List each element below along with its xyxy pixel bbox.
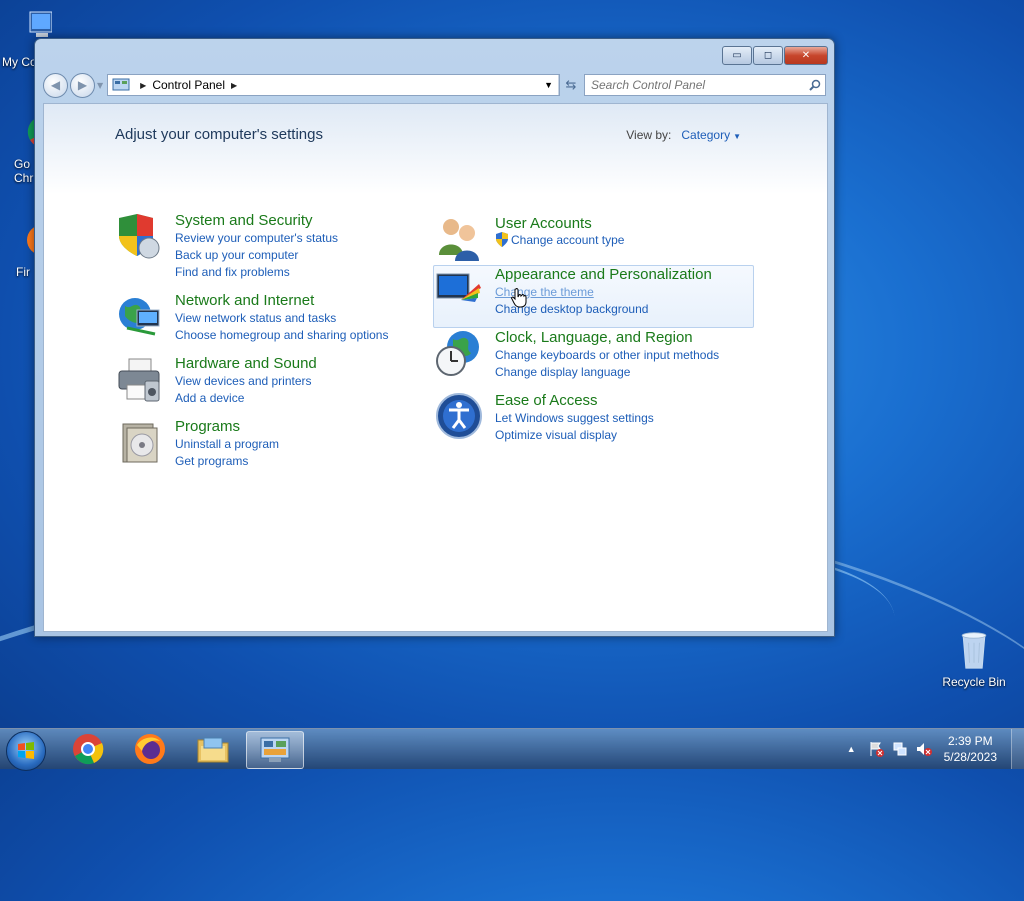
control-panel-icon [260,737,290,762]
category-title-network-and-internet[interactable]: Network and Internet [175,292,314,309]
link-change-keyboards[interactable]: Change keyboards or other input methods [495,348,719,362]
link-homegroup[interactable]: Choose homegroup and sharing options [175,328,388,342]
back-arrow-icon: ◀ [50,78,61,92]
desktop-icon-label: Recycle Bin [942,675,1006,689]
show-hidden-icons-button[interactable]: ▲ [847,744,856,754]
category-title-ease-of-access[interactable]: Ease of Access [495,392,598,409]
system-tray: ▲ 2:39 PM 5/28/2023 [847,729,1024,769]
breadcrumb-control-panel[interactable]: Control Panel [152,78,225,92]
shield-icon [119,214,160,259]
caption-buttons: ▭ ◻ ✕ [721,46,828,65]
view-by-dropdown[interactable]: Category [681,128,730,142]
network-icon[interactable] [892,741,908,757]
maximize-button[interactable]: ◻ [753,46,783,65]
clock-time: 2:39 PM [947,734,993,748]
search-icon[interactable] [805,79,825,91]
link-back-up[interactable]: Back up your computer [175,248,298,262]
chrome-icon [73,734,104,765]
category-clock-language-region: Clock, Language, and Region Change keybo… [435,329,755,379]
recent-pages-dropdown[interactable]: ▼ [97,81,103,90]
category-ease-of-access: Ease of Access Let Windows suggest setti… [435,392,755,442]
programs-icon [122,423,158,463]
printer-icon [118,358,160,402]
uac-shield-icon [496,232,508,247]
address-bar[interactable]: ▶ Control Panel ▶ ▼ [107,74,560,96]
category-title-clock[interactable]: Clock, Language, and Region [495,329,693,346]
volume-muted-icon[interactable] [916,741,932,757]
control-panel-window[interactable]: ▭ ◻ ✕ ◀ ▶ ▼ ▶ Control Panel ▶ ▼ ⇆ Adjust… [34,38,835,637]
start-button[interactable] [6,731,46,771]
link-network-status[interactable]: View network status and tasks [175,311,336,325]
breadcrumb-separator[interactable]: ▶ [140,81,146,90]
category-title-user-accounts[interactable]: User Accounts [495,215,592,232]
address-dropdown-button[interactable]: ▼ [539,75,559,95]
file-explorer-icon [197,737,229,763]
link-change-display-language[interactable]: Change display language [495,365,630,379]
category-system-and-security: System and Security Review your computer… [115,212,415,279]
breadcrumb-separator[interactable]: ▶ [231,81,237,90]
link-devices-printers[interactable]: View devices and printers [175,374,312,388]
view-by: View by: Category ▼ [626,128,741,142]
link-uninstall-program[interactable]: Uninstall a program [175,437,279,451]
category-network-and-internet: Network and Internet View network status… [115,292,415,342]
link-find-fix[interactable]: Find and fix problems [175,265,290,279]
category-title-system-and-security[interactable]: System and Security [175,212,313,229]
content-pane: Adjust your computer's settings View by:… [43,103,828,632]
page-title: Adjust your computer's settings [115,126,323,143]
view-by-label: View by: [626,128,672,142]
forward-button[interactable]: ▶ [70,72,95,98]
taskbar-chrome[interactable] [60,731,116,767]
chevron-down-icon[interactable]: ▼ [733,132,741,141]
action-center-icon[interactable] [868,741,884,757]
link-add-device[interactable]: Add a device [175,391,244,405]
link-windows-suggest-settings[interactable]: Let Windows suggest settings [495,411,654,425]
search-input[interactable] [585,77,805,93]
link-change-theme[interactable]: Change the theme [495,285,594,299]
users-icon [439,219,479,261]
link-change-account-type[interactable]: Change account type [511,233,624,247]
show-desktop-button[interactable] [1011,729,1024,769]
taskbar: ▲ 2:39 PM 5/28/2023 [0,728,1024,771]
clock-date: 5/28/2023 [943,750,997,764]
minimize-button[interactable]: ▭ [722,46,752,65]
refresh-icon: ⇆ [565,77,577,93]
category-hardware-and-sound: Hardware and Sound View devices and prin… [115,355,415,405]
recycle-bin-icon [961,632,987,669]
link-optimize-visual-display[interactable]: Optimize visual display [495,428,617,442]
link-review-status[interactable]: Review your computer's status [175,231,338,245]
firefox-icon [135,734,165,764]
taskbar-file-explorer[interactable] [185,731,241,767]
category-programs: Programs Uninstall a program Get program… [115,418,415,468]
hand-cursor-icon [511,288,527,308]
windows-logo-icon [18,742,34,759]
refresh-button[interactable]: ⇆ [560,75,582,95]
category-title-hardware-and-sound[interactable]: Hardware and Sound [175,355,317,372]
control-panel-icon [112,78,130,91]
forward-arrow-icon: ▶ [77,78,88,92]
category-appearance-and-personalization: Appearance and Personalization Change th… [435,266,755,316]
category-title-appearance[interactable]: Appearance and Personalization [495,266,712,283]
navigation-bar: ◀ ▶ ▼ ▶ Control Panel ▶ ▼ ⇆ [43,72,826,98]
category-title-programs[interactable]: Programs [175,418,240,435]
globe-network-icon [119,298,160,336]
taskbar-firefox[interactable] [122,731,178,767]
ease-of-access-icon [436,393,482,439]
clock-globe-icon [436,331,479,376]
category-user-accounts: User Accounts Change account type [435,215,755,261]
close-button[interactable]: ✕ [784,46,828,65]
desktop-icon-recycle-bin[interactable]: Recycle Bin [938,630,1010,689]
appearance-icon [436,273,481,302]
back-button[interactable]: ◀ [43,72,68,98]
search-box[interactable] [584,74,826,96]
clock[interactable]: 2:39 PM 5/28/2023 [944,733,997,765]
taskbar-control-panel[interactable] [246,731,304,769]
link-get-programs[interactable]: Get programs [175,454,248,468]
